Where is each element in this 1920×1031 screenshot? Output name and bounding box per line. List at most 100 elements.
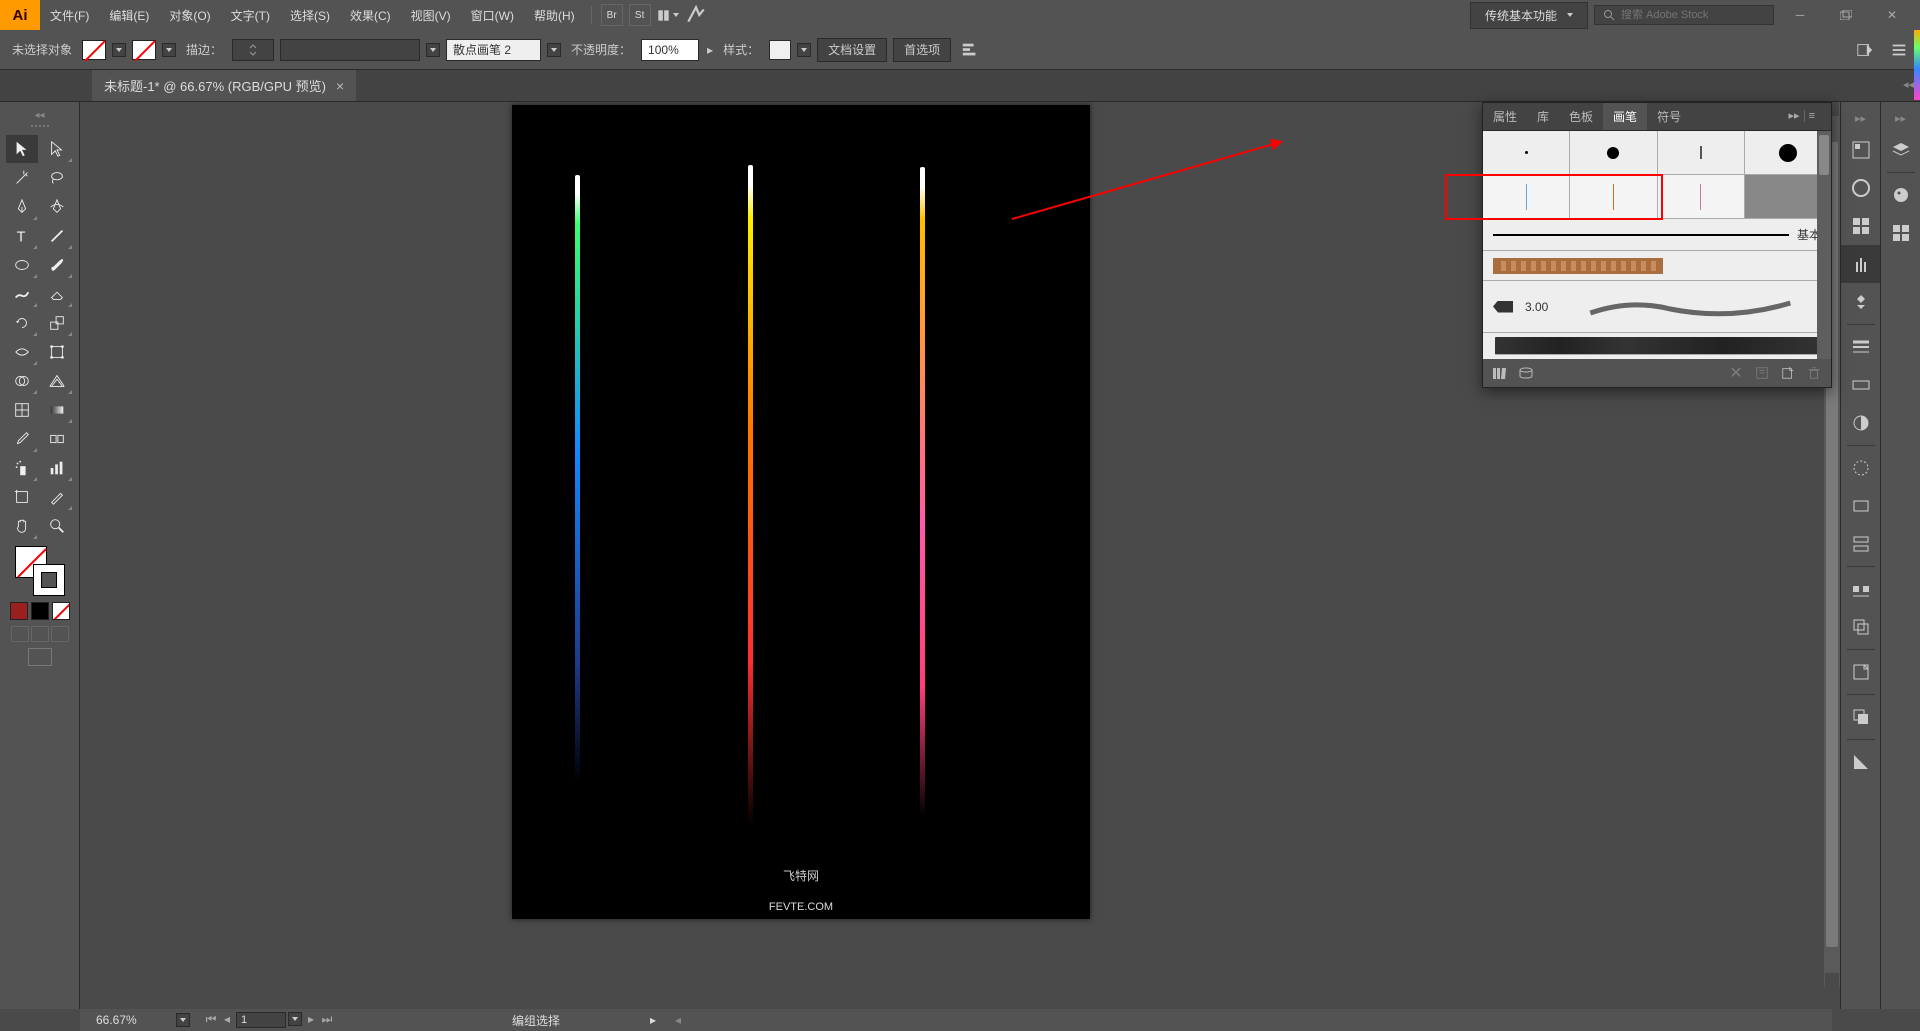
tab-expand-icon[interactable]: ◂◂ xyxy=(1903,78,1914,91)
direct-selection-tool[interactable] xyxy=(41,135,73,163)
style-dropdown[interactable] xyxy=(797,43,811,57)
brush-library-icon[interactable] xyxy=(1491,364,1509,382)
preferences-button[interactable]: 首选项 xyxy=(893,38,951,62)
menu-type[interactable]: 文字(T) xyxy=(221,0,280,30)
eraser-tool[interactable] xyxy=(41,280,73,308)
panel-scroll-thumb[interactable] xyxy=(1819,135,1829,175)
brush-dropdown[interactable] xyxy=(547,43,561,57)
status-chevron[interactable]: ▸ xyxy=(650,1013,656,1027)
layers-icon[interactable] xyxy=(1881,131,1920,169)
curvature-tool[interactable] xyxy=(41,193,73,221)
brush-scatter-3[interactable] xyxy=(1658,175,1745,218)
strip-expand-icon[interactable]: ▸▸ xyxy=(1855,112,1866,125)
toolbar-collapse-icon[interactable]: ◂◂ xyxy=(34,110,44,121)
artboard-tool[interactable] xyxy=(6,483,38,511)
symbols-panel-icon[interactable] xyxy=(1841,283,1881,321)
prev-artboard-icon[interactable]: ◂ xyxy=(220,1012,234,1028)
zoom-tool[interactable] xyxy=(41,512,73,540)
opacity-input[interactable]: 100% xyxy=(641,39,699,61)
paintbrush-tool[interactable] xyxy=(41,251,73,279)
brush-preset-2[interactable] xyxy=(1570,131,1657,174)
menu-select[interactable]: 选择(S) xyxy=(280,0,340,30)
screen-mode-button[interactable] xyxy=(28,648,52,666)
stroke-weight-input[interactable] xyxy=(232,39,274,61)
first-artboard-icon[interactable]: ⏮ xyxy=(204,1012,218,1028)
swatches-panel-icon[interactable] xyxy=(1841,207,1881,245)
stroke-dropdown[interactable] xyxy=(162,43,176,57)
line-tool[interactable] xyxy=(41,222,73,250)
brush-calligraphic-row[interactable]: 3.00 xyxy=(1483,281,1831,333)
next-artboard-icon[interactable]: ▸ xyxy=(304,1012,318,1028)
hand-tool[interactable] xyxy=(6,512,38,540)
rotate-tool[interactable] xyxy=(6,309,38,337)
artboard-dropdown[interactable] xyxy=(288,1012,302,1026)
fill-dropdown[interactable] xyxy=(112,43,126,57)
appearance-panel-icon[interactable] xyxy=(1841,449,1881,487)
gradient-swatch[interactable] xyxy=(31,602,49,620)
document-setup-button[interactable]: 文档设置 xyxy=(817,38,887,62)
gradient-tool[interactable] xyxy=(41,396,73,424)
brush-scatter-2[interactable] xyxy=(1570,175,1657,218)
new-brush-icon[interactable] xyxy=(1779,364,1797,382)
draw-inside[interactable] xyxy=(51,626,69,642)
menu-file[interactable]: 文件(F) xyxy=(40,0,99,30)
menu-help[interactable]: 帮助(H) xyxy=(524,0,585,30)
align-panel-icon[interactable] xyxy=(1841,570,1881,608)
properties-panel-icon[interactable] xyxy=(1841,131,1881,169)
layers-panel-icon[interactable] xyxy=(1841,525,1881,563)
stock-icon[interactable]: St xyxy=(629,4,651,26)
draw-behind[interactable] xyxy=(31,626,49,642)
zoom-dropdown[interactable] xyxy=(176,1013,190,1027)
panel-tab-swatches[interactable]: 色板 xyxy=(1559,103,1603,130)
panel-tab-brushes[interactable]: 画笔 xyxy=(1603,103,1647,130)
panel-menu-icon[interactable] xyxy=(1886,39,1912,61)
shaper-tool[interactable] xyxy=(6,280,38,308)
toolbar-grip[interactable] xyxy=(20,125,60,131)
minimize-button[interactable]: ─ xyxy=(1790,8,1810,22)
style-swatch[interactable] xyxy=(769,40,791,60)
stroke-panel-icon[interactable] xyxy=(1841,328,1881,366)
zoom-level[interactable]: 66.67% xyxy=(88,1013,168,1027)
color-guide-panel-icon[interactable] xyxy=(1841,743,1881,781)
brush-options-icon[interactable] xyxy=(1753,364,1771,382)
menu-window[interactable]: 窗口(W) xyxy=(461,0,524,30)
panel-tab-properties[interactable]: 属性 xyxy=(1483,103,1527,130)
magic-wand-tool[interactable] xyxy=(6,164,38,192)
panel-scrollbar[interactable] xyxy=(1817,131,1831,359)
arrange-docs-icon[interactable] xyxy=(657,4,679,26)
transform-panel-icon[interactable] xyxy=(1841,608,1881,646)
stroke-indicator[interactable] xyxy=(33,564,65,596)
brush-scatter-1[interactable] xyxy=(1483,175,1570,218)
color-swatch[interactable] xyxy=(10,602,28,620)
shape-builder-tool[interactable] xyxy=(6,367,38,395)
graph-tool[interactable] xyxy=(41,454,73,482)
ellipse-tool[interactable] xyxy=(6,251,38,279)
brushes-panel-icon[interactable] xyxy=(1841,245,1881,283)
brush-preset-3[interactable] xyxy=(1658,131,1745,174)
panel-tab-symbols[interactable]: 符号 xyxy=(1647,103,1691,130)
slice-tool[interactable] xyxy=(41,483,73,511)
graphic-styles-panel-icon[interactable] xyxy=(1841,487,1881,525)
eyedropper-tool[interactable] xyxy=(6,425,38,453)
scroll-down-button[interactable] xyxy=(1825,973,1839,987)
pen-tool[interactable] xyxy=(6,193,38,221)
menu-object[interactable]: 对象(O) xyxy=(159,0,220,30)
remove-stroke-icon[interactable]: ✕ xyxy=(1727,364,1745,382)
search-box[interactable] xyxy=(1594,5,1774,25)
brush-basic-row[interactable]: 基本 xyxy=(1483,219,1831,251)
mesh-tool[interactable] xyxy=(6,396,38,424)
asset-export-panel-icon[interactable] xyxy=(1841,653,1881,691)
align-icon[interactable] xyxy=(957,39,983,61)
stroke-profile-dropdown[interactable] xyxy=(426,43,440,57)
brush-preset-1[interactable] xyxy=(1483,131,1570,174)
gpu-icon[interactable] xyxy=(685,4,707,26)
workspace-switcher[interactable]: 传统基本功能 xyxy=(1470,2,1588,29)
free-transform-tool[interactable] xyxy=(41,338,73,366)
isolate-icon[interactable] xyxy=(1852,39,1878,61)
cc-libraries-icon[interactable] xyxy=(1841,169,1881,207)
color-panel-icon[interactable] xyxy=(1881,176,1920,214)
artboard-number-input[interactable]: 1 xyxy=(236,1012,286,1028)
panel-tab-libraries[interactable]: 库 xyxy=(1527,103,1559,130)
bridge-icon[interactable]: Br xyxy=(601,4,623,26)
color-themes-icon[interactable] xyxy=(1881,214,1920,252)
